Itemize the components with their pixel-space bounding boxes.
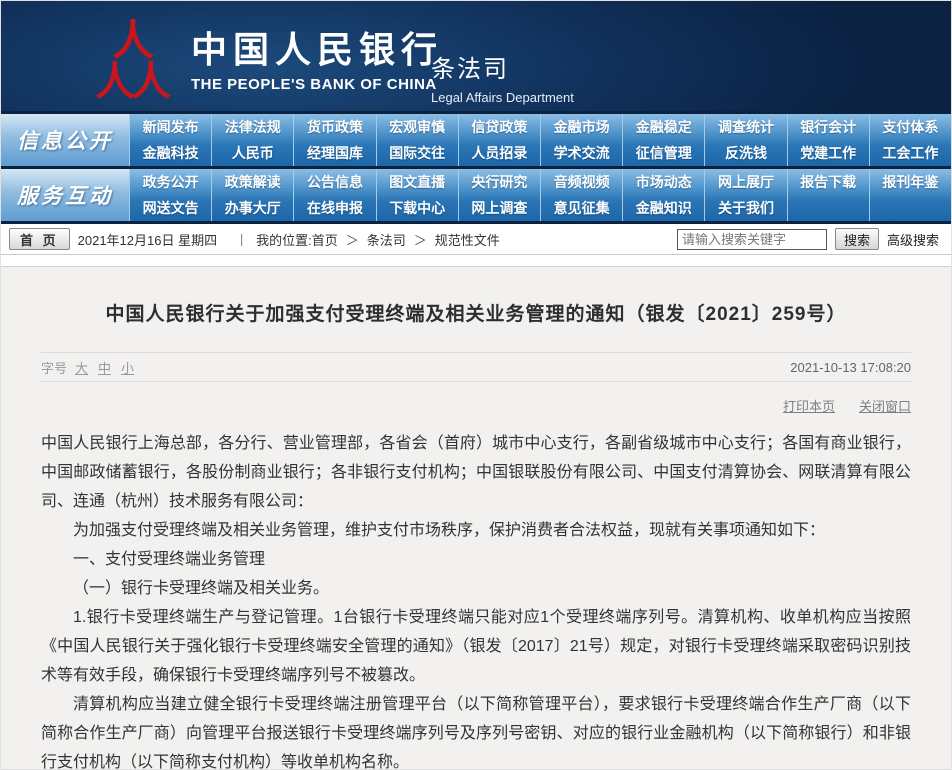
paragraph: 为加强支付受理终端及相关业务管理，维护支付市场秩序，保护消费者合法权益，现就有关…	[41, 516, 911, 545]
nav-item[interactable]: 下载中心	[376, 195, 458, 221]
nav-item[interactable]: 党建工作	[787, 140, 869, 166]
spacer	[1, 255, 951, 266]
breadcrumb-location[interactable]: 我的位置:首页	[256, 230, 338, 249]
nav-item[interactable]: 金融市场	[540, 114, 622, 140]
search-button[interactable]: 搜索	[835, 228, 879, 250]
nav-label-service-interaction[interactable]: 服务互动	[1, 169, 129, 221]
nav-item[interactable]: 金融知识	[622, 195, 704, 221]
department-name-cn: 条法司	[431, 49, 574, 84]
nav-item[interactable]: 调查统计	[704, 114, 786, 140]
nav-item[interactable]: 关于我们	[704, 195, 786, 221]
breadcrumb-bar: 首 页 2021年12月16日 星期四 丨 我的位置:首页 ＞ 条法司 ＞ 规范…	[1, 224, 951, 255]
close-window-link[interactable]: 关闭窗口	[859, 396, 911, 415]
nav-item[interactable]: 报刊年鉴	[869, 169, 951, 195]
publish-timestamp: 2021-10-13 17:08:20	[790, 360, 911, 375]
nav-item[interactable]: 在线申报	[293, 195, 375, 221]
nav-item[interactable]: 金融科技	[129, 140, 211, 166]
department-block: 条法司 Legal Affairs Department	[431, 49, 574, 105]
breadcrumb-separator: ＞	[346, 230, 359, 249]
current-date: 2021年12月16日 星期四	[78, 230, 217, 249]
nav-item[interactable]: 市场动态	[622, 169, 704, 195]
article-panel: 中国人民银行关于加强支付受理终端及相关业务管理的通知（银发〔2021〕259号）…	[1, 266, 951, 769]
nav-item[interactable]: 意见征集	[540, 195, 622, 221]
bank-name-en: THE PEOPLE'S BANK OF CHINA	[191, 76, 443, 93]
paragraph: 一、支付受理终端业务管理	[41, 545, 911, 574]
nav-item[interactable]: 银行会计	[787, 114, 869, 140]
nav-item[interactable]: 法律法规	[211, 114, 293, 140]
font-size-small-link[interactable]: 小	[121, 358, 134, 377]
paragraph: 清算机构应当建立健全银行卡受理终端注册管理平台（以下简称管理平台），要求银行卡受…	[41, 690, 911, 769]
nav-item[interactable]: 政务公开	[129, 169, 211, 195]
breadcrumb-separator: ＞	[414, 230, 427, 249]
nav-item[interactable]: 金融稳定	[622, 114, 704, 140]
print-page-link[interactable]: 打印本页	[783, 396, 835, 415]
paragraph: 1.银行卡受理终端生产与登记管理。1台银行卡受理终端只能对应1个受理终端序列号。…	[41, 603, 911, 690]
nav-section-service-interaction: 服务互动 政务公开 政策解读 公告信息 图文直播 央行研究 音频视频 市场动态 …	[1, 169, 951, 221]
nav-item[interactable]: 宏观审慎	[376, 114, 458, 140]
site-header: 人 人 人 中国人民银行 THE PEOPLE'S BANK OF CHINA …	[1, 1, 951, 111]
nav-item[interactable]: 网送文告	[129, 195, 211, 221]
nav-item[interactable]: 图文直播	[376, 169, 458, 195]
nav-item[interactable]: 报告下载	[787, 169, 869, 195]
nav-item[interactable]: 办事大厅	[211, 195, 293, 221]
advanced-search-link[interactable]: 高级搜索	[887, 230, 939, 249]
nav-section-info-disclosure: 信息公开 新闻发布 法律法规 货币政策 宏观审慎 信贷政策 金融市场 金融稳定 …	[1, 114, 951, 166]
main-nav: 信息公开 新闻发布 法律法规 货币政策 宏观审慎 信贷政策 金融市场 金融稳定 …	[1, 111, 951, 224]
home-button[interactable]: 首 页	[9, 228, 70, 250]
breadcrumb-item-category[interactable]: 规范性文件	[435, 230, 500, 249]
nav-item-empty	[869, 195, 951, 221]
nav-item[interactable]: 学术交流	[540, 140, 622, 166]
article-body: 中国人民银行上海总部，各分行、营业管理部，各省会（首府）城市中心支行，各副省级城…	[41, 429, 911, 769]
nav-item[interactable]: 支付体系	[869, 114, 951, 140]
page-title: 中国人民银行关于加强支付受理终端及相关业务管理的通知（银发〔2021〕259号）	[41, 299, 911, 326]
nav-item[interactable]: 工会工作	[869, 140, 951, 166]
nav-item[interactable]: 音频视频	[540, 169, 622, 195]
paragraph: 中国人民银行上海总部，各分行、营业管理部，各省会（首府）城市中心支行，各副省级城…	[41, 429, 911, 516]
nav-item[interactable]: 网上展厅	[704, 169, 786, 195]
nav-item[interactable]: 征信管理	[622, 140, 704, 166]
nav-item[interactable]: 新闻发布	[129, 114, 211, 140]
nav-item[interactable]: 人民币	[211, 140, 293, 166]
svg-text:人: 人	[131, 59, 171, 99]
nav-item-empty	[787, 195, 869, 221]
article-meta-row: 字号 大 中 小 2021-10-13 17:08:20	[41, 352, 911, 382]
font-size-large-link[interactable]: 大	[75, 358, 88, 377]
font-size-label: 字号	[41, 358, 67, 377]
nav-item[interactable]: 经理国库	[293, 140, 375, 166]
nav-item[interactable]: 信贷政策	[458, 114, 540, 140]
search-input[interactable]	[677, 229, 827, 250]
page: 人 人 人 中国人民银行 THE PEOPLE'S BANK OF CHINA …	[0, 0, 952, 770]
nav-item[interactable]: 公告信息	[293, 169, 375, 195]
nav-item[interactable]: 网上调查	[458, 195, 540, 221]
nav-item[interactable]: 反洗钱	[704, 140, 786, 166]
font-size-medium-link[interactable]: 中	[98, 358, 111, 377]
nav-item[interactable]: 国际交往	[376, 140, 458, 166]
svg-text:人: 人	[95, 59, 135, 99]
nav-item[interactable]: 货币政策	[293, 114, 375, 140]
breadcrumb: 我的位置:首页 ＞ 条法司 ＞ 规范性文件	[256, 230, 500, 249]
nav-label-info-disclosure[interactable]: 信息公开	[1, 114, 129, 166]
breadcrumb-item-dept[interactable]: 条法司	[367, 230, 406, 249]
bank-name-block: 中国人民银行 THE PEOPLE'S BANK OF CHINA	[191, 27, 443, 93]
pboc-logo-icon: 人 人 人	[93, 19, 173, 99]
nav-item[interactable]: 央行研究	[458, 169, 540, 195]
nav-item[interactable]: 人员招录	[458, 140, 540, 166]
department-name-en: Legal Affairs Department	[431, 90, 574, 105]
divider: 丨	[235, 230, 248, 249]
nav-item[interactable]: 政策解读	[211, 169, 293, 195]
article-actions: 打印本页 关闭窗口	[41, 396, 911, 415]
bank-name-cn: 中国人民银行	[191, 27, 443, 74]
paragraph: （一）银行卡受理终端及相关业务。	[41, 574, 911, 603]
